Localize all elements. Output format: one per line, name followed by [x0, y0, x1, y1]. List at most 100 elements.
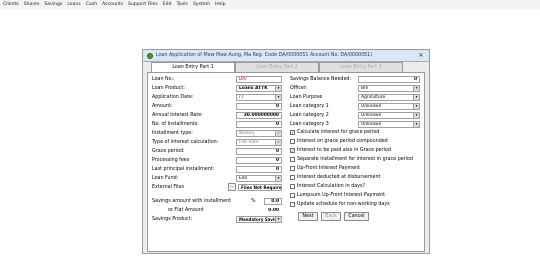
- loan-fund-label: Loan Fund:: [152, 175, 179, 181]
- external-files-field: Files Not Required: [238, 184, 282, 191]
- pay-in-grace-checkbox[interactable]: ✓ Interest to be paid also in Grace perio…: [290, 148, 391, 153]
- lumpsum-upfront-checkbox[interactable]: Lumpsum Up-Front Interest Payment: [290, 193, 385, 198]
- chevron-down-icon: ▾: [413, 86, 419, 91]
- loan-purpose-label: Loan Purpose: [290, 94, 323, 100]
- loan-fund-select[interactable]: Edil ▾: [236, 175, 282, 182]
- savings-percent-field[interactable]: 0.0: [264, 198, 282, 205]
- checkbox-label: Interest to be paid also in Grace period: [297, 148, 391, 153]
- loan-product-label: Loan Product:: [152, 85, 185, 91]
- officer-select[interactable]: Bm ▾: [358, 85, 420, 92]
- checkbox-unchecked-icon: [290, 139, 295, 144]
- installment-type-select[interactable]: Weekly ▾: [236, 130, 282, 137]
- loan-purpose-select[interactable]: Agriculture ▾: [358, 94, 420, 101]
- dialog-titlebar[interactable]: Loan Application of Maw Maw Aung, Ma Reg…: [143, 50, 429, 62]
- checkbox-label: Separate installment for interest in gra…: [297, 157, 413, 162]
- percent-sign: %: [251, 198, 256, 204]
- upfront-interest-checkbox[interactable]: Up-Front Interest Payment: [290, 166, 360, 171]
- interest-rate-label: Annual Interest Rate:: [152, 112, 203, 118]
- browse-files-button[interactable]: ...: [228, 183, 236, 191]
- loan-category-3-select[interactable]: Unknown ▾: [358, 121, 420, 128]
- menu-help[interactable]: Help: [215, 2, 225, 7]
- checkbox-unchecked-icon: [290, 175, 295, 180]
- menu-edit[interactable]: Edit: [163, 2, 172, 7]
- menu-clients[interactable]: Clients: [3, 2, 19, 7]
- application-date-label: Application Date:: [152, 94, 194, 100]
- installments-label: No. of Installments:: [152, 121, 199, 127]
- chevron-down-icon: ▾: [413, 113, 419, 118]
- officer-value: Bm: [361, 86, 369, 91]
- loan-category-1-label: Loan category 1: [290, 103, 329, 109]
- loan-category-1-value: Unknown: [361, 104, 382, 109]
- loan-category-2-select[interactable]: Unknown ▾: [358, 112, 420, 119]
- checkbox-label: Calculate interest for grace period: [297, 130, 380, 135]
- checkbox-label: Lumpsum Up-Front Interest Payment: [297, 193, 386, 198]
- menu-shares[interactable]: Shares: [24, 2, 40, 7]
- loan-product-value: Loans ATTK: [239, 86, 268, 91]
- balance-needed-label: Savings Balance Needed:: [290, 76, 352, 82]
- dialog-title: Loan Application of Maw Maw Aung, Ma Reg…: [156, 53, 373, 58]
- deducted-at-disbursement-checkbox[interactable]: Interest deducted at disbursement: [290, 175, 380, 180]
- grace-compounded-checkbox[interactable]: Interest on grace period compounded: [290, 139, 388, 144]
- menu-tools[interactable]: Tools: [177, 2, 188, 7]
- menu-support-files[interactable]: Support Files: [128, 2, 158, 7]
- menu-loans[interactable]: Loans: [67, 2, 80, 7]
- chevron-down-icon: ▾: [275, 217, 281, 222]
- checkbox-label: Up-Front Interest Payment: [297, 166, 360, 171]
- last-principal-field[interactable]: 0: [236, 166, 282, 173]
- grace-interest-checkbox[interactable]: ✓ Calculate interest for grace period: [290, 130, 379, 135]
- installments-field[interactable]: 0: [236, 121, 282, 128]
- loan-product-select[interactable]: Loans ATTK ▾: [236, 85, 282, 92]
- menu-system[interactable]: System: [193, 2, 210, 7]
- interest-calc-value: Flat Rate: [239, 140, 259, 145]
- installment-type-label: Installment type:: [152, 130, 193, 136]
- interest-calc-select[interactable]: Flat Rate ▾: [236, 139, 282, 146]
- menu-accounts[interactable]: Accounts: [102, 2, 123, 7]
- tab-loan-entry-part-3[interactable]: Loan Entry Part 3: [319, 62, 403, 72]
- menu-cash[interactable]: Cash: [86, 2, 97, 7]
- checkbox-unchecked-icon: [290, 202, 295, 207]
- checkbox-unchecked-icon: [290, 193, 295, 198]
- officer-label: Officer:: [290, 85, 308, 91]
- loan-category-1-select[interactable]: Unknown ▾: [358, 103, 420, 110]
- chevron-down-icon: ▾: [413, 122, 419, 127]
- back-button[interactable]: Back: [321, 212, 341, 221]
- menu-savings[interactable]: Savings: [44, 2, 62, 7]
- menu-bar: Clients Shares Savings Loans Cash Accoun…: [0, 0, 540, 9]
- tab-strip: Loan Entry Part 1 Loan Entry Part 2 Loan…: [151, 62, 403, 72]
- chevron-down-icon: ▾: [413, 104, 419, 109]
- flat-amount-field[interactable]: 0.00: [236, 207, 282, 214]
- external-files-label: External Files: [152, 184, 184, 190]
- cancel-button[interactable]: Cancel: [344, 212, 369, 221]
- tab-loan-entry-part-2[interactable]: Loan Entry Part 2: [235, 62, 319, 72]
- next-button[interactable]: Next: [298, 212, 318, 221]
- loan-category-3-label: Loan category 3: [290, 121, 329, 127]
- loan-category-2-label: Loan category 2: [290, 112, 329, 118]
- loan-no-field[interactable]: DA/: [236, 76, 282, 83]
- close-icon[interactable]: ✕: [416, 52, 426, 60]
- interest-calc-label: Type of interest calculation:: [152, 139, 219, 145]
- processing-fees-field[interactable]: 0: [236, 157, 282, 164]
- savings-product-label: Savings Product:: [152, 216, 193, 222]
- loan-category-3-value: Unknown: [361, 122, 382, 127]
- checkbox-unchecked-icon: [290, 166, 295, 171]
- tab-loan-entry-part-1[interactable]: Loan Entry Part 1: [151, 62, 235, 72]
- grace-period-field[interactable]: 0: [236, 148, 282, 155]
- amount-field[interactable]: 0: [236, 103, 282, 110]
- non-working-days-checkbox[interactable]: Update schedule for non-working days: [290, 202, 390, 207]
- loan-fund-value: Edil: [239, 176, 248, 181]
- application-date-field[interactable]: / / ▾: [236, 94, 282, 101]
- interest-rate-field[interactable]: 30.000000000: [236, 112, 282, 119]
- savings-with-installment-label: Savings amount with installment: [152, 198, 231, 204]
- chevron-down-icon: ▾: [275, 176, 281, 181]
- processing-fees-label: Processing fees: [152, 157, 190, 163]
- separate-installment-checkbox[interactable]: Separate installment for interest in gra…: [290, 157, 413, 162]
- checkbox-checked-icon: ✓: [290, 130, 295, 135]
- checkbox-label: Interest on grace period compounded: [297, 139, 388, 144]
- loan-entry-panel: Loan No.: DA/ Loan Product: Loans ATTK ▾ …: [147, 72, 425, 252]
- interest-in-days-checkbox[interactable]: Interest Calculation in days?: [290, 184, 365, 189]
- checkbox-checked-icon: ✓: [290, 148, 295, 153]
- balance-needed-field[interactable]: 0: [358, 76, 420, 83]
- chevron-down-icon: ▾: [413, 95, 419, 100]
- savings-product-select[interactable]: Mandatory Saving ▾: [236, 216, 282, 223]
- checkbox-label: Update schedule for non-working days: [297, 202, 390, 207]
